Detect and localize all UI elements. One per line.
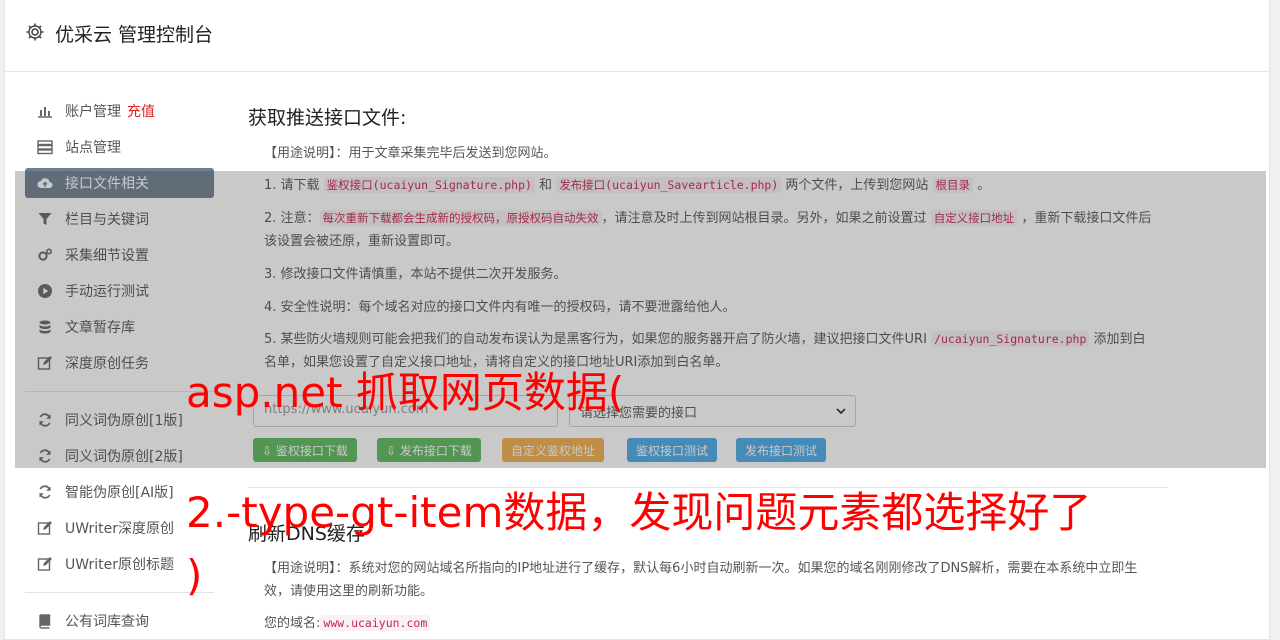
- sidebar-item-label: 站点管理: [65, 140, 121, 156]
- watermark-line-2: 2.-type-gt-item数据，发现问题元素都选择好了: [186, 488, 1092, 537]
- sidebar-item-label: UWriter深度原创: [65, 521, 174, 537]
- bar-chart-icon: [38, 107, 52, 118]
- sidebar-item-public-dictionary[interactable]: 公有词库查询: [25, 606, 214, 636]
- watermark-line-1: asp.net 抓取网页数据(: [186, 368, 625, 417]
- watermark-line-3: ): [186, 551, 203, 600]
- page-title: 优采云 管理控制台: [55, 24, 214, 46]
- gear-icon: [26, 23, 44, 41]
- server-icon: [37, 140, 53, 155]
- usage-note: 【用途说明】：用于文章采集完毕后发送到您网站。: [264, 146, 557, 161]
- header: 优采云 管理控制台: [5, 0, 1269, 72]
- sidebar-item-sites[interactable]: 站点管理: [25, 132, 214, 162]
- refresh-icon: [39, 485, 51, 499]
- selection-overlay: [15, 171, 1266, 468]
- edit-icon: [37, 557, 52, 571]
- sidebar-item-account[interactable]: 账户管理 充值: [25, 96, 214, 126]
- sidebar-item-label: 账户管理 充值: [65, 104, 155, 120]
- sidebar-item-label: 公有词库查询: [65, 614, 149, 630]
- edit-icon: [37, 521, 52, 535]
- recharge-link[interactable]: 充值: [127, 104, 155, 120]
- domain-value: www.ucaiyun.com: [320, 615, 431, 631]
- section-title-interface-files: 获取推送接口文件:: [248, 107, 407, 129]
- sidebar-item-label: UWriter原创标题: [65, 557, 174, 573]
- book-icon: [39, 614, 51, 629]
- dns-usage-note: 【用途说明】：系统对您的网站域名所指向的IP地址进行了缓存，默认每6小时自动刷新…: [264, 561, 1138, 599]
- sidebar-item-label: 智能伪原创[AI版]: [65, 485, 174, 501]
- domain-line: 您的域名: www.ucaiyun.com: [264, 612, 1154, 635]
